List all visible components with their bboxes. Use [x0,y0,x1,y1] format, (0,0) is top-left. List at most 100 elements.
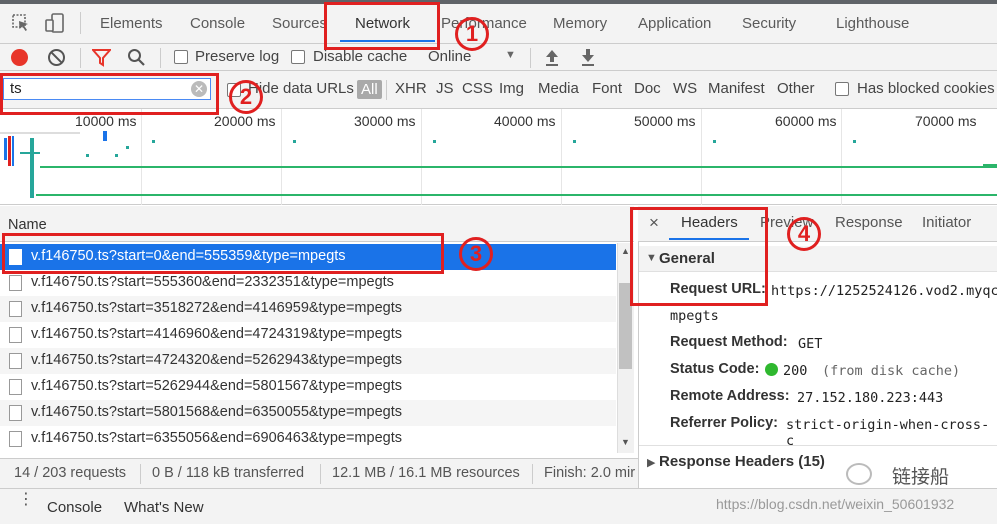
network-toolbar [0,44,997,71]
divider [530,48,531,68]
transferred-size: 0 B / 118 kB transferred [152,465,305,481]
finish-time: Finish: 2.0 mir [544,465,636,481]
timeline-tick: 20000 ms [214,113,276,129]
filter-type-font[interactable]: Font [592,80,622,97]
chevron-down-icon[interactable]: ▼ [505,49,516,61]
filter-type-doc[interactable]: Doc [634,80,661,97]
file-icon [9,431,22,447]
inspect-element-icon[interactable] [10,12,32,34]
request-row[interactable]: v.f146750.ts?start=5262944&end=5801567&t… [0,374,616,400]
status-code-note: (from disk cache) [822,363,961,379]
tab-elements[interactable]: Elements [100,4,163,43]
file-icon [9,301,22,317]
filter-type-xhr[interactable]: XHR [395,80,427,97]
divider [160,48,161,68]
filter-type-img[interactable]: Img [499,80,524,97]
preserve-log-checkbox[interactable] [174,50,188,64]
divider [80,12,81,34]
record-icon[interactable] [11,49,28,66]
filter-type-css[interactable]: CSS [462,80,493,97]
search-icon[interactable] [127,48,146,67]
request-method-value: GET [798,336,823,352]
file-icon [9,327,22,343]
watermark-url: https://blog.csdn.net/weixin_50601932 [716,496,955,512]
timeline-tick: 10000 ms [75,113,137,129]
annotation-marker: 3 [459,237,493,271]
requests-count: 14 / 203 requests [14,465,127,481]
blocked-cookies-checkbox[interactable] [835,82,849,96]
timeline-tick: 30000 ms [354,113,416,129]
blocked-cookies-label: Has blocked cookies [857,80,995,97]
timeline-tick: 60000 ms [775,113,837,129]
remote-address-value: 27.152.180.223:443 [797,390,944,406]
collapse-triangle-icon[interactable]: ▶ [647,456,655,469]
status-code-value: 200 [783,363,808,379]
annotation-box-network-tab [324,2,440,50]
referrer-policy-label: Referrer Policy: [670,415,778,431]
divider [140,464,141,484]
drawer-tab-whats-new[interactable]: What's New [124,499,204,516]
tab-security[interactable]: Security [742,4,796,43]
tab-console[interactable]: Console [190,4,245,43]
annotation-marker: 1 [455,17,489,51]
response-headers-title[interactable]: Response Headers (15) [659,453,825,470]
request-method-label: Request Method: [670,334,788,350]
request-row[interactable]: v.f146750.ts?start=4146960&end=4724319&t… [0,322,616,348]
divider [532,464,533,484]
device-toolbar-icon[interactable] [44,12,66,34]
file-icon [9,353,22,369]
tab-application[interactable]: Application [638,4,711,43]
request-row[interactable]: v.f146750.ts?start=3518272&end=4146959&t… [0,296,616,322]
tab-sources[interactable]: Sources [272,4,327,43]
disable-cache-checkbox[interactable] [291,50,305,64]
divider [639,445,997,446]
network-status-bar: 14 / 203 requests 0 B / 118 kB transferr… [0,458,638,488]
preserve-log-label: Preserve log [195,48,280,65]
divider [386,80,387,100]
tab-response[interactable]: Response [835,214,903,231]
hide-data-urls-label: Hide data URLs [248,80,354,97]
divider [80,48,81,68]
filter-type-all[interactable]: All [357,80,382,99]
scroll-down-icon[interactable]: ▼ [621,437,630,447]
request-row[interactable]: v.f146750.ts?start=5801568&end=6350055&t… [0,400,616,426]
tab-memory[interactable]: Memory [553,4,607,43]
remote-address-label: Remote Address: [670,388,790,404]
filter-type-other[interactable]: Other [777,80,815,97]
tab-initiator[interactable]: Initiator [922,214,971,231]
status-code-label: Status Code: [670,361,760,377]
filter-type-ws[interactable]: WS [673,80,697,97]
tab-lighthouse[interactable]: Lighthouse [836,4,909,43]
annotation-box-filter [0,73,219,115]
file-icon [9,405,22,421]
annotation-box-headers [630,207,768,306]
drawer-tab-console[interactable]: Console [47,499,102,516]
timeline-tick: 70000 ms [915,113,977,129]
annotation-marker: 2 [229,80,263,114]
annotation-marker: 4 [787,217,821,251]
throttle-select[interactable]: Online [428,48,471,65]
timeline-tick: 50000 ms [634,113,696,129]
timeline-tick: 40000 ms [494,113,556,129]
filter-icon[interactable] [92,48,111,67]
filter-type-media[interactable]: Media [538,80,579,97]
import-har-icon[interactable] [543,47,561,67]
scroll-up-icon[interactable]: ▲ [621,246,630,256]
annotation-box-request-row [2,233,444,274]
wechat-logo-icon [846,463,872,485]
clear-icon[interactable] [47,48,66,67]
divider [320,464,321,484]
export-har-icon[interactable] [579,47,597,67]
filter-type-manifest[interactable]: Manifest [708,80,765,97]
column-name-header[interactable]: Name [8,217,47,233]
filter-type-js[interactable]: JS [436,80,454,97]
more-options-icon[interactable]: ⋮ [18,492,34,508]
status-ok-icon [765,363,778,376]
disable-cache-label: Disable cache [313,48,408,65]
request-row[interactable]: v.f146750.ts?start=4724320&end=5262943&t… [0,348,616,374]
resources-size: 12.1 MB / 16.1 MB resources [332,465,520,481]
request-url-value: https://1252524126.vod2.myqc [771,283,997,299]
request-row[interactable]: v.f146750.ts?start=6355056&end=6906463&t… [0,426,616,452]
file-icon [9,379,22,395]
file-icon [9,275,22,291]
